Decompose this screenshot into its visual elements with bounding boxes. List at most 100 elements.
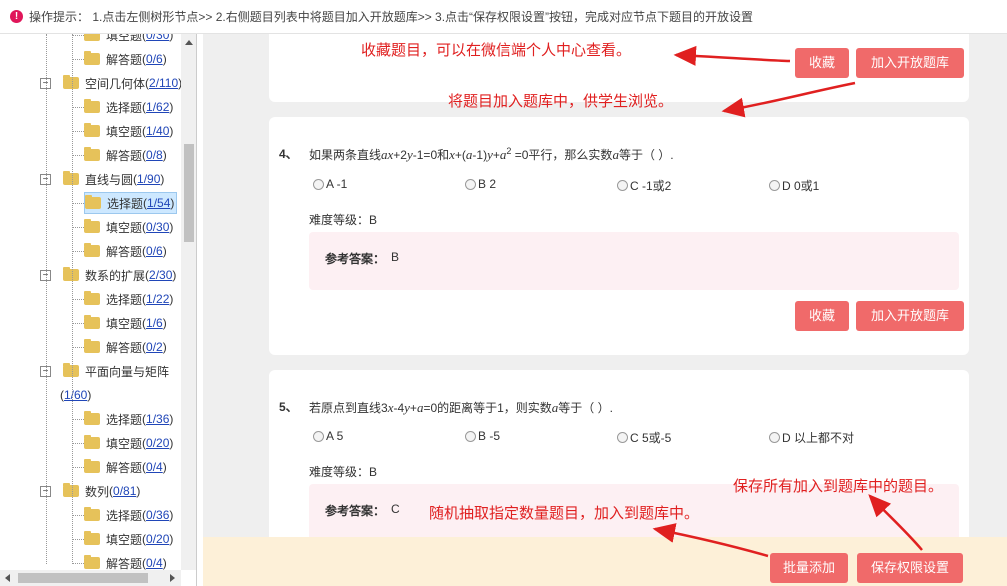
- option-b[interactable]: B 2: [465, 177, 496, 191]
- tree-node-count[interactable]: (1/40): [142, 124, 173, 138]
- radio-icon[interactable]: [313, 430, 324, 442]
- scroll-right-icon[interactable]: [170, 574, 175, 582]
- tree-node-label: 填空题: [106, 436, 143, 451]
- tree-vertical-scrollbar[interactable]: [181, 34, 196, 570]
- tree-node-count[interactable]: (0/4): [142, 460, 167, 474]
- scroll-thumb[interactable]: [184, 144, 194, 242]
- radio-icon[interactable]: [769, 180, 780, 191]
- tree-node-count[interactable]: (0/4): [142, 556, 167, 570]
- tree-node-count[interactable]: (0/2): [142, 340, 167, 354]
- tree-leaf-7[interactable]: 选择题 (1/54): [84, 192, 178, 214]
- tree-node-label: 填空题: [106, 532, 143, 547]
- tree-node-count[interactable]: (0/20): [142, 532, 173, 546]
- folder-icon: [84, 34, 100, 41]
- folder-icon: [84, 315, 100, 329]
- tree-leaf-11[interactable]: 选择题 (1/22): [84, 288, 173, 310]
- tree-node-count[interactable]: (0/81): [109, 484, 140, 498]
- tree-node-label: 解答题: [106, 340, 143, 355]
- question-number: 5、: [279, 400, 298, 414]
- folder-icon: [84, 123, 100, 137]
- tree-horizontal-scrollbar[interactable]: [0, 570, 181, 586]
- tree-node-label: 填空题: [106, 220, 143, 235]
- tree-leaf-15[interactable]: 选择题 (1/36): [84, 408, 173, 430]
- option-a[interactable]: A -1: [313, 177, 347, 191]
- radio-icon[interactable]: [465, 430, 476, 442]
- option-d[interactable]: D 0或1: [769, 177, 819, 194]
- radio-icon[interactable]: [617, 180, 628, 191]
- batch-add-button[interactable]: 批量添加: [770, 553, 848, 583]
- tree-leaf-3[interactable]: 选择题 (1/62): [84, 96, 173, 118]
- answer-label: 参考答案：: [325, 252, 386, 266]
- question-number: 4、: [279, 147, 298, 161]
- radio-icon[interactable]: [769, 432, 780, 443]
- scroll-thumb-h[interactable]: [18, 573, 148, 583]
- option-c[interactable]: C 5或-5: [617, 429, 671, 446]
- tree-node-label: 解答题: [106, 52, 143, 67]
- option-d[interactable]: D 以上都不对: [769, 429, 854, 446]
- tree-node-count[interactable]: (2/30): [145, 268, 176, 282]
- tree-node-count[interactable]: (0/20): [142, 436, 173, 450]
- add-open-bank-button[interactable]: 加入开放题库: [856, 301, 964, 331]
- tree-folder-2[interactable]: −空间几何体(2/110): [40, 72, 182, 94]
- tree-leaf-20[interactable]: 填空题 (0/20): [84, 528, 173, 550]
- favorite-button[interactable]: 收藏: [795, 48, 849, 78]
- tree-node-label: 选择题: [106, 412, 143, 427]
- tree-node-count[interactable]: (0/8): [142, 148, 167, 162]
- save-permission-button[interactable]: 保存权限设置: [857, 553, 963, 583]
- tree-node-count[interactable]: (1/36): [142, 412, 173, 426]
- scroll-left-icon[interactable]: [5, 574, 10, 582]
- tree-folder-10[interactable]: − 数系的扩展 (2/30): [40, 264, 176, 286]
- knowledge-tree[interactable]: 填空题(0/30)解答题(0/6)−空间几何体(2/110)选择题(1/62)填…: [0, 34, 197, 586]
- tree-leaf-17[interactable]: 解答题 (0/4): [84, 456, 167, 478]
- radio-icon[interactable]: [617, 432, 628, 443]
- option-c[interactable]: C -1或2: [617, 177, 671, 194]
- tree-leaf-1[interactable]: 解答题 (0/6): [84, 48, 167, 70]
- tree-node-label: 填空题: [106, 124, 143, 139]
- tree-node-label: 解答题: [106, 148, 143, 163]
- tree-folder-14[interactable]: − 平面向量与矩阵: [40, 360, 169, 382]
- tree-node-count[interactable]: (0/6): [142, 244, 167, 258]
- tree-node-count[interactable]: (0/30): [142, 220, 173, 234]
- batch-annotation: 随机抽取指定数量题目，加入到题库中。: [429, 505, 700, 522]
- tree-node-count[interactable]: (0/6): [142, 52, 167, 66]
- tree-leaf-5[interactable]: 解答题 (0/8): [84, 144, 167, 166]
- tree-folder-6[interactable]: − 直线与圆 (1/90): [40, 168, 164, 190]
- tree-node-count[interactable]: (0/36): [142, 508, 173, 522]
- option-a[interactable]: A 5: [313, 429, 343, 443]
- tree-node-count[interactable]: (1/22): [142, 292, 173, 306]
- tree-node-label: 解答题: [106, 460, 143, 475]
- tree-node-label: 平面向量与矩阵: [85, 364, 170, 379]
- folder-icon: [85, 195, 101, 209]
- tree-node-count[interactable]: (1/62): [142, 100, 173, 114]
- tree-node-label: 填空题: [106, 34, 143, 43]
- tree-leaf-4[interactable]: 填空题 (1/40): [84, 120, 173, 142]
- radio-icon[interactable]: [313, 178, 324, 190]
- tree-leaf-8[interactable]: 填空题 (0/30): [84, 216, 173, 238]
- tree-node-count-wrapped[interactable]: (1/60): [60, 384, 91, 406]
- tree-leaf-9[interactable]: 解答题 (0/6): [84, 240, 167, 262]
- tree-node-count[interactable]: (1/60): [60, 388, 91, 402]
- scroll-up-icon[interactable]: [185, 40, 193, 45]
- tree-leaf-0[interactable]: 填空题 (0/30): [84, 34, 173, 46]
- radio-icon[interactable]: [465, 178, 476, 190]
- tree-leaf-19[interactable]: 选择题 (0/36): [84, 504, 173, 526]
- fav-annotation: 收藏题目，可以在微信端个人中心查看。: [361, 42, 632, 59]
- tip-bar: ! 操作提示： 1.点击左侧树形节点>> 2.右侧题目列表中将题目加入开放题库>…: [0, 0, 1007, 34]
- tree-node-count[interactable]: (0/30): [142, 34, 173, 42]
- answer-box: 参考答案： B: [309, 232, 959, 290]
- tree-node-count[interactable]: (2/110): [145, 76, 182, 90]
- tree-node-count[interactable]: (1/54): [143, 196, 174, 210]
- add-open-bank-button[interactable]: 加入开放题库: [856, 48, 964, 78]
- folder-icon: [84, 435, 100, 449]
- tree-folder-18[interactable]: − 数列 (0/81): [40, 480, 140, 502]
- tree-leaf-12[interactable]: 填空题 (1/6): [84, 312, 167, 334]
- folder-icon: [84, 291, 100, 305]
- option-b[interactable]: B -5: [465, 429, 500, 443]
- tree-leaf-16[interactable]: 填空题 (0/20): [84, 432, 173, 454]
- tree-leaf-13[interactable]: 解答题 (0/2): [84, 336, 167, 358]
- favorite-button[interactable]: 收藏: [795, 301, 849, 331]
- answer-value: B: [391, 250, 400, 264]
- add-annotation: 将题目加入题库中，供学生浏览。: [448, 93, 674, 110]
- tree-node-count[interactable]: (1/90): [133, 172, 164, 186]
- tree-node-count[interactable]: (1/6): [142, 316, 167, 330]
